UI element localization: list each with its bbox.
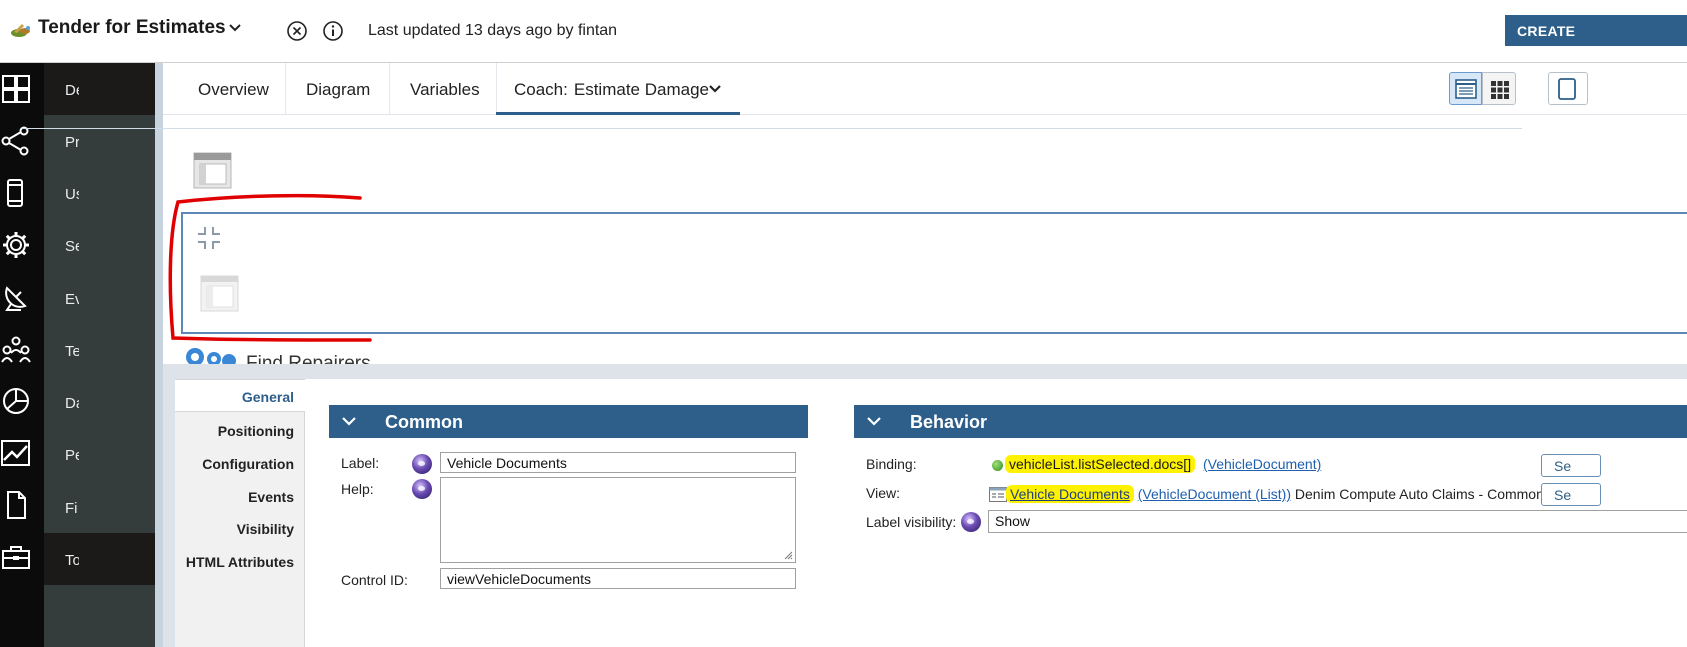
label-input[interactable]: Vehicle Documents xyxy=(440,452,796,473)
common-section-title: Common xyxy=(385,412,463,432)
grid-icon xyxy=(1491,81,1509,99)
help-textarea[interactable] xyxy=(440,477,796,563)
last-updated-text: Last updated 13 days ago by fintan xyxy=(368,22,618,39)
view-table-icon xyxy=(989,487,1007,502)
properties-side-tabs xyxy=(175,379,305,647)
dashboard-icon[interactable] xyxy=(1,74,31,104)
process-flow-icon[interactable] xyxy=(1,126,31,156)
binding-toggle-icon[interactable] xyxy=(412,479,432,499)
nav-item-6[interactable]: Da xyxy=(65,395,79,412)
view-select-button[interactable]: Se xyxy=(1541,483,1601,506)
binding-type-link[interactable]: (VehicleDocument) xyxy=(1203,456,1321,472)
side-tab-general[interactable]: General xyxy=(175,389,294,405)
chevron-down-icon[interactable] xyxy=(341,413,357,429)
side-tab-visibility[interactable]: Visibility xyxy=(175,521,294,537)
chevron-down-icon[interactable] xyxy=(866,413,882,429)
trend-chart-icon[interactable] xyxy=(1,438,31,468)
behavior-section-header[interactable]: Behavior xyxy=(854,405,1687,438)
red-annotation-outline xyxy=(168,193,372,342)
nav-item-8[interactable]: Fi xyxy=(65,500,79,517)
coach-prefix: Coach: xyxy=(514,80,568,99)
binding-toggle-icon[interactable] xyxy=(412,454,432,474)
binding-value[interactable]: vehicleList.listSelected.docs[] xyxy=(1005,455,1196,473)
pie-chart-icon[interactable] xyxy=(1,386,31,416)
nav-item-5[interactable]: Te xyxy=(65,343,79,360)
satellite-dish-icon[interactable] xyxy=(1,282,31,312)
mobile-device-icon[interactable] xyxy=(1,178,31,208)
side-tab-positioning[interactable]: Positioning xyxy=(175,423,294,439)
tab-variables[interactable]: Variables xyxy=(410,63,480,115)
green-status-dot-icon xyxy=(992,460,1003,471)
binding-label: Binding: xyxy=(866,456,917,472)
nav-item-1[interactable]: Pr xyxy=(65,134,79,151)
nav-item-7[interactable]: Pe xyxy=(65,447,79,464)
process-app-icon xyxy=(11,24,30,37)
nav-item-3[interactable]: Se xyxy=(65,238,79,255)
create-button[interactable]: CREATE xyxy=(1505,15,1687,46)
nav-item-2[interactable]: Us xyxy=(65,186,79,203)
nav-icon-rail xyxy=(0,63,44,647)
section-control-icon[interactable] xyxy=(193,152,233,190)
tab-coach[interactable]: Coach: Estimate Damage xyxy=(496,63,740,115)
resize-grip-icon[interactable] xyxy=(783,550,793,560)
top-bar: Tender for Estimates Last updated 13 day… xyxy=(0,0,1687,63)
view-link[interactable]: Vehicle Documents xyxy=(1006,485,1134,503)
chevron-down-icon[interactable] xyxy=(708,82,722,96)
chevron-down-icon[interactable] xyxy=(226,18,244,36)
selected-control-frame[interactable] xyxy=(181,212,1687,334)
app-title[interactable]: Tender for Estimates xyxy=(38,17,226,39)
view-type-link[interactable]: (VehicleDocument (List)) xyxy=(1138,486,1291,502)
gear-icon[interactable] xyxy=(1,230,31,260)
device-preview-button[interactable] xyxy=(1548,72,1588,105)
coach-name: Estimate Damage xyxy=(573,80,709,99)
label-visibility-select[interactable]: Show xyxy=(988,510,1687,533)
tablet-icon xyxy=(1558,78,1576,100)
nav-item-9[interactable]: To xyxy=(65,552,79,569)
side-tab-events[interactable]: Events xyxy=(175,489,294,505)
view-toolkit-text: Denim Compute Auto Claims - Common xyxy=(1294,486,1544,502)
info-icon[interactable] xyxy=(322,20,344,42)
find-repairers-label[interactable]: Find Repairers xyxy=(246,350,371,365)
side-tab-html-attributes[interactable]: HTML Attributes xyxy=(175,554,294,570)
view-label: View: xyxy=(866,485,900,501)
label-visibility-label: Label visibility: xyxy=(866,514,957,530)
team-icon[interactable] xyxy=(1,334,31,364)
control-id-label: Control ID: xyxy=(341,572,408,588)
help-field-label: Help: xyxy=(341,481,374,497)
binding-select-button[interactable]: Se xyxy=(1541,454,1601,477)
common-section-header[interactable]: Common xyxy=(329,405,808,438)
behavior-section-title: Behavior xyxy=(910,412,988,432)
form-layout-icon xyxy=(1455,79,1477,99)
file-icon[interactable] xyxy=(1,490,31,520)
grid-view-button[interactable] xyxy=(1482,72,1516,105)
label-field-label: Label: xyxy=(341,455,380,471)
tab-diagram[interactable]: Diagram xyxy=(306,63,370,115)
control-id-input[interactable]: viewVehicleDocuments xyxy=(440,568,796,589)
toolbox-icon[interactable] xyxy=(1,542,31,572)
nav-item-4[interactable]: Ev xyxy=(65,291,79,308)
tab-overview[interactable]: Overview xyxy=(198,63,269,115)
side-tab-configuration[interactable]: Configuration xyxy=(175,456,294,472)
binding-toggle-icon[interactable] xyxy=(961,512,981,532)
form-view-button[interactable] xyxy=(1449,72,1482,105)
nav-item-0[interactable]: De xyxy=(65,82,79,99)
close-icon[interactable] xyxy=(286,20,308,42)
panel-divider[interactable] xyxy=(155,63,163,647)
